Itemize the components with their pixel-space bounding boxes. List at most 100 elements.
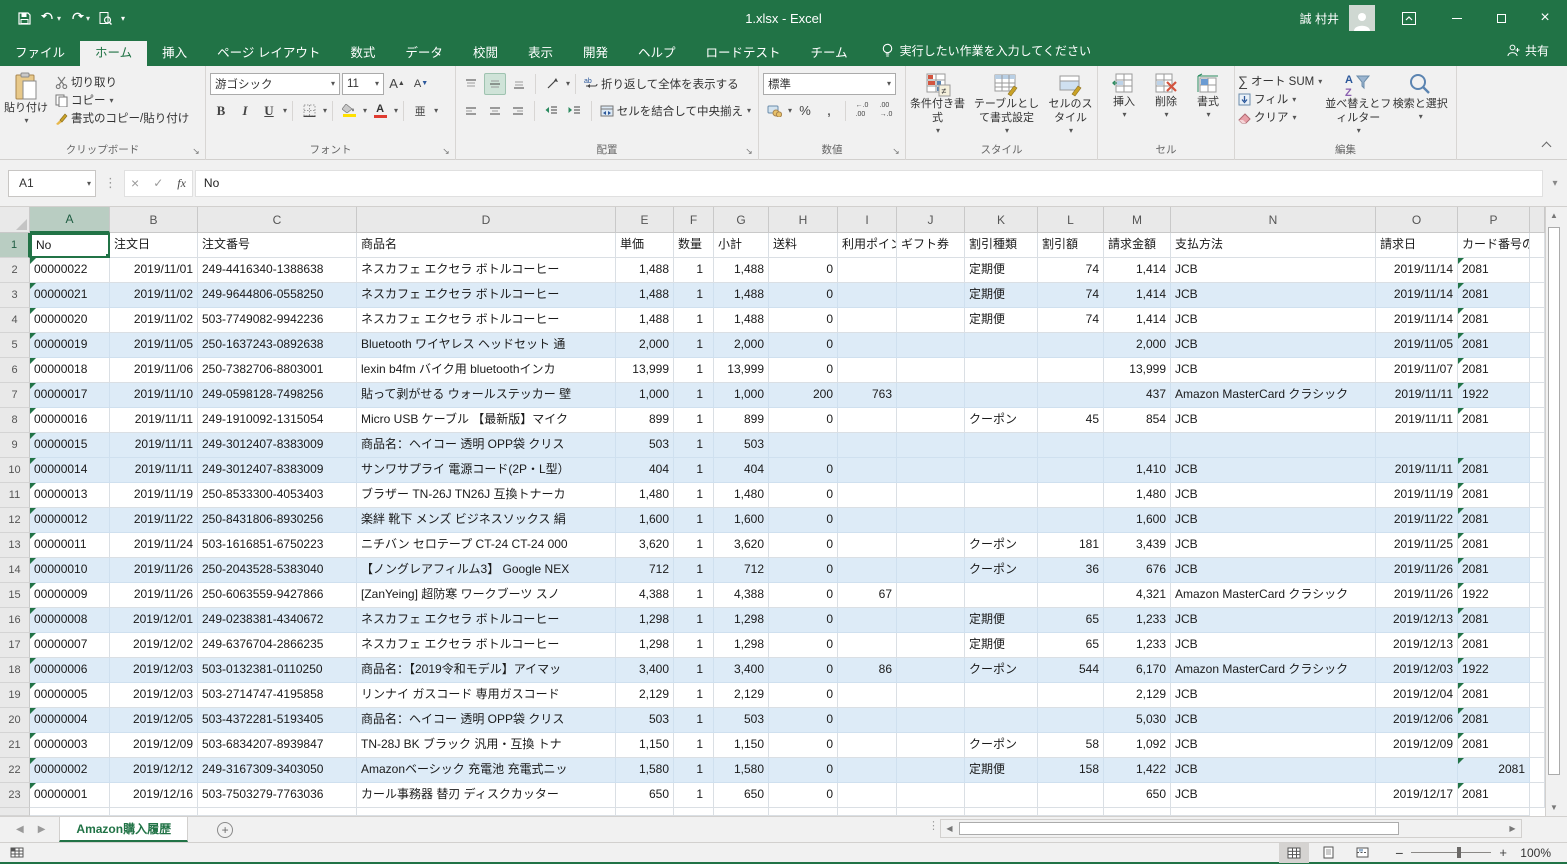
cell-G9[interactable]: 503 <box>714 433 769 458</box>
font-name-dropdown-icon[interactable]: ▾ <box>331 79 335 88</box>
zoom-slider-handle[interactable] <box>1457 847 1461 858</box>
customize-qat-icon[interactable]: ▾ <box>118 6 128 30</box>
cell-D3[interactable]: ネスカフェ エクセラ ボトルコーヒー <box>357 283 616 308</box>
fill-handle[interactable] <box>105 253 110 258</box>
cell-C16[interactable]: 249-0238381-4340672 <box>198 608 357 633</box>
cell-O14[interactable]: 2019/11/26 <box>1376 558 1458 583</box>
cell-I11[interactable] <box>838 483 897 508</box>
scroll-left-icon[interactable]: ◀ <box>941 820 958 837</box>
cell-B20[interactable]: 2019/12/05 <box>110 708 198 733</box>
cell-J22[interactable] <box>897 758 965 783</box>
cell-C8[interactable]: 249-1910092-1315054 <box>198 408 357 433</box>
cell-O18[interactable]: 2019/12/03 <box>1376 658 1458 683</box>
cell-K11[interactable] <box>965 483 1038 508</box>
minimize-button[interactable] <box>1435 0 1479 36</box>
cell-D7[interactable]: 貼って剥がせる ウォールステッカー 壁 <box>357 383 616 408</box>
cell-C2[interactable]: 249-4416340-1388638 <box>198 258 357 283</box>
cell-M12[interactable]: 1,600 <box>1104 508 1171 533</box>
cell-G6[interactable]: 13,999 <box>714 358 769 383</box>
save-icon[interactable] <box>14 6 35 30</box>
cell-L15[interactable] <box>1038 583 1104 608</box>
decrease-indent-icon[interactable] <box>540 100 562 122</box>
ribbon-tab-ロードテスト[interactable]: ロードテスト <box>691 41 796 67</box>
cell-N10[interactable]: JCB <box>1171 458 1376 483</box>
cell-N19[interactable]: JCB <box>1171 683 1376 708</box>
cell-N8[interactable]: JCB <box>1171 408 1376 433</box>
cell-P14[interactable]: 2081 <box>1458 558 1530 583</box>
cell-P15[interactable]: 1922 <box>1458 583 1530 608</box>
insert-function-icon[interactable]: fx <box>177 176 186 191</box>
cell-M10[interactable]: 1,410 <box>1104 458 1171 483</box>
cell-A13[interactable]: 00000011 <box>30 533 110 558</box>
format-painter-button[interactable]: 書式のコピー/貼り付け <box>52 109 192 127</box>
cell-J2[interactable] <box>897 258 965 283</box>
cell-partial-16[interactable] <box>1530 608 1545 633</box>
cell-M9[interactable] <box>1104 433 1171 458</box>
cell-L12[interactable] <box>1038 508 1104 533</box>
cell-P22[interactable]: 2081 <box>1458 758 1530 783</box>
cell-M14[interactable]: 676 <box>1104 558 1171 583</box>
cell-K2[interactable]: 定期便 <box>965 258 1038 283</box>
font-size-dropdown-icon[interactable]: ▾ <box>375 79 379 88</box>
cell-J5[interactable] <box>897 333 965 358</box>
cell-partial-6[interactable] <box>1530 358 1545 383</box>
ribbon-tab-開発[interactable]: 開発 <box>568 41 623 67</box>
cell-L1[interactable]: 割引額 <box>1038 233 1104 258</box>
cell-K17[interactable]: 定期便 <box>965 633 1038 658</box>
row-header-7[interactable]: 7 <box>0 383 30 408</box>
align-right-icon[interactable] <box>508 100 530 122</box>
cell-F10[interactable]: 1 <box>674 458 714 483</box>
borders-dropdown-icon[interactable]: ▾ <box>323 106 327 115</box>
ribbon-tab-挿入[interactable]: 挿入 <box>147 41 202 67</box>
cell-I2[interactable] <box>838 258 897 283</box>
cell-A20[interactable]: 00000004 <box>30 708 110 733</box>
cell-E21[interactable]: 1,150 <box>616 733 674 758</box>
undo-icon[interactable]: ▾ <box>37 6 64 30</box>
cell-B5[interactable]: 2019/11/05 <box>110 333 198 358</box>
cell-B11[interactable]: 2019/11/19 <box>110 483 198 508</box>
cell-E22[interactable]: 1,580 <box>616 758 674 783</box>
cell-E19[interactable]: 2,129 <box>616 683 674 708</box>
cell-K1[interactable]: 割引種類 <box>965 233 1038 258</box>
cell-A17[interactable]: 00000007 <box>30 633 110 658</box>
row-header-6[interactable]: 6 <box>0 358 30 383</box>
cell-partial-20[interactable] <box>1530 708 1545 733</box>
cell-M16[interactable]: 1,233 <box>1104 608 1171 633</box>
ribbon-display-options-icon[interactable] <box>1391 0 1427 36</box>
cell-M13[interactable]: 3,439 <box>1104 533 1171 558</box>
row-header-24[interactable] <box>0 808 30 816</box>
cell-H8[interactable]: 0 <box>769 408 838 433</box>
cell-O8[interactable]: 2019/11/11 <box>1376 408 1458 433</box>
ribbon-tab-ヘルプ[interactable]: ヘルプ <box>623 41 691 67</box>
phonetic-dropdown-icon[interactable]: ▾ <box>434 106 438 115</box>
cell-D11[interactable]: ブラザー TN-26J TN26J 互換トナーカ <box>357 483 616 508</box>
row-header-18[interactable]: 18 <box>0 658 30 683</box>
increase-indent-icon[interactable] <box>564 100 586 122</box>
cell-L13[interactable]: 181 <box>1038 533 1104 558</box>
cell-I12[interactable] <box>838 508 897 533</box>
cell-N3[interactable]: JCB <box>1171 283 1376 308</box>
cell-N24[interactable] <box>1171 808 1376 816</box>
cell-partial-13[interactable] <box>1530 533 1545 558</box>
cell-I8[interactable] <box>838 408 897 433</box>
cell-K13[interactable]: クーポン <box>965 533 1038 558</box>
cell-G7[interactable]: 1,000 <box>714 383 769 408</box>
cell-J21[interactable] <box>897 733 965 758</box>
column-header-P[interactable]: P <box>1458 207 1530 233</box>
page-layout-view-button[interactable] <box>1313 843 1343 863</box>
cell-H12[interactable]: 0 <box>769 508 838 533</box>
cell-G5[interactable]: 2,000 <box>714 333 769 358</box>
cell-J17[interactable] <box>897 633 965 658</box>
cell-N5[interactable]: JCB <box>1171 333 1376 358</box>
cell-N20[interactable]: JCB <box>1171 708 1376 733</box>
cell-D8[interactable]: Micro USB ケーブル 【最新版】マイク <box>357 408 616 433</box>
cell-E14[interactable]: 712 <box>616 558 674 583</box>
cell-J19[interactable] <box>897 683 965 708</box>
cell-A24[interactable] <box>30 808 110 816</box>
row-header-5[interactable]: 5 <box>0 333 30 358</box>
cell-D21[interactable]: TN-28J BK ブラック 汎用・互換 トナ <box>357 733 616 758</box>
cell-A16[interactable]: 00000008 <box>30 608 110 633</box>
cell-B14[interactable]: 2019/11/26 <box>110 558 198 583</box>
cell-F18[interactable]: 1 <box>674 658 714 683</box>
align-middle-icon[interactable] <box>484 73 506 95</box>
